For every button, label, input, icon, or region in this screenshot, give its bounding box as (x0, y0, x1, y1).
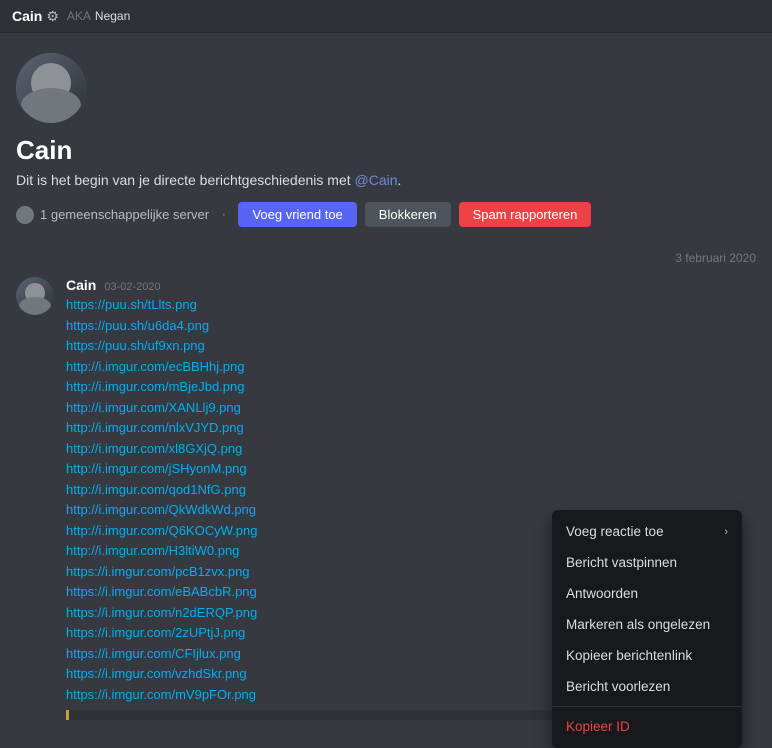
context-menu-item-unread[interactable]: Markeren als ongelezen (552, 609, 742, 640)
profile-name: Cain (16, 135, 756, 166)
context-menu: Voeg reactie toe › Bericht vastpinnen An… (552, 510, 742, 748)
message-author-name: Cain (66, 277, 96, 293)
message-link-3[interactable]: http://i.imgur.com/ecBBHhj.png (66, 357, 756, 377)
profile-avatar (16, 53, 86, 123)
separator-dot: · (221, 206, 226, 224)
context-menu-item-reply[interactable]: Antwoorden (552, 578, 742, 609)
gear-icon[interactable]: ⚙ (46, 8, 59, 25)
context-menu-item-copylink-label: Kopieer berichtenlink (566, 648, 692, 663)
message-link-7[interactable]: http://i.imgur.com/xl8GXjQ.png (66, 439, 756, 459)
add-friend-button[interactable]: Voeg vriend toe (238, 202, 356, 227)
message-link-2[interactable]: https://puu.sh/uf9xn.png (66, 336, 756, 356)
title-bar: Cain ⚙ AKA Negan (0, 0, 772, 33)
game-message-box-1: Congratulations - your raid is complete!… (66, 710, 566, 720)
message-timestamp: 03-02-2020 (104, 281, 160, 293)
message-link-8[interactable]: http://i.imgur.com/jSHyonM.png (66, 459, 756, 479)
context-menu-item-tts[interactable]: Bericht voorlezen (552, 671, 742, 702)
profile-description: Dit is het begin van je directe berichtg… (16, 172, 756, 188)
message-link-5[interactable]: http://i.imgur.com/XANLlj9.png (66, 398, 756, 418)
spam-report-button[interactable]: Spam rapporteren (459, 202, 592, 227)
block-button[interactable]: Blokkeren (365, 202, 451, 227)
context-menu-item-copyid[interactable]: Kopieer ID (552, 711, 742, 742)
avatar-image (16, 53, 86, 123)
title-bar-aka-label: AKA (67, 9, 91, 23)
context-menu-item-reply-label: Antwoorden (566, 586, 638, 601)
message-link-1[interactable]: https://puu.sh/u6da4.png (66, 316, 756, 336)
context-menu-item-react[interactable]: Voeg reactie toe › (552, 516, 742, 547)
message-link-4[interactable]: http://i.imgur.com/mBjeJbd.png (66, 377, 756, 397)
message-header: Cain 03-02-2020 (66, 277, 756, 293)
context-menu-item-unread-label: Markeren als ongelezen (566, 617, 710, 632)
chevron-right-icon: › (724, 526, 728, 538)
message-link-6[interactable]: http://i.imgur.com/nlxVJYD.png (66, 418, 756, 438)
message-link-0[interactable]: https://puu.sh/tLlts.png (66, 295, 756, 315)
context-menu-item-copylink[interactable]: Kopieer berichtenlink (552, 640, 742, 671)
title-bar-aka-name: Negan (95, 9, 130, 23)
message-link-9[interactable]: http://i.imgur.com/qod1NfG.png (66, 480, 756, 500)
profile-actions: 1 gemeenschappelijke server · Voeg vrien… (16, 202, 756, 227)
message-author-avatar (16, 277, 54, 315)
profile-mention: @Cain (355, 172, 398, 188)
context-menu-item-react-label: Voeg reactie toe (566, 524, 664, 539)
profile-header: Cain Dit is het begin van je directe ber… (0, 33, 772, 243)
context-menu-item-pin[interactable]: Bericht vastpinnen (552, 547, 742, 578)
context-menu-item-tts-label: Bericht voorlezen (566, 679, 670, 694)
profile-desc-prefix: Dit is het begin van je directe berichtg… (16, 172, 355, 188)
mutual-servers: 1 gemeenschappelijke server (16, 206, 209, 224)
context-menu-item-pin-label: Bericht vastpinnen (566, 555, 677, 570)
mutual-servers-count: 1 gemeenschappelijke server (40, 207, 209, 222)
title-bar-username: Cain (12, 8, 42, 24)
context-menu-item-copyid-label: Kopieer ID (566, 719, 630, 734)
profile-desc-suffix: . (398, 172, 402, 188)
date-divider: 3 februari 2020 (16, 251, 756, 265)
mutual-servers-icon (16, 206, 34, 224)
context-menu-divider (552, 706, 742, 707)
